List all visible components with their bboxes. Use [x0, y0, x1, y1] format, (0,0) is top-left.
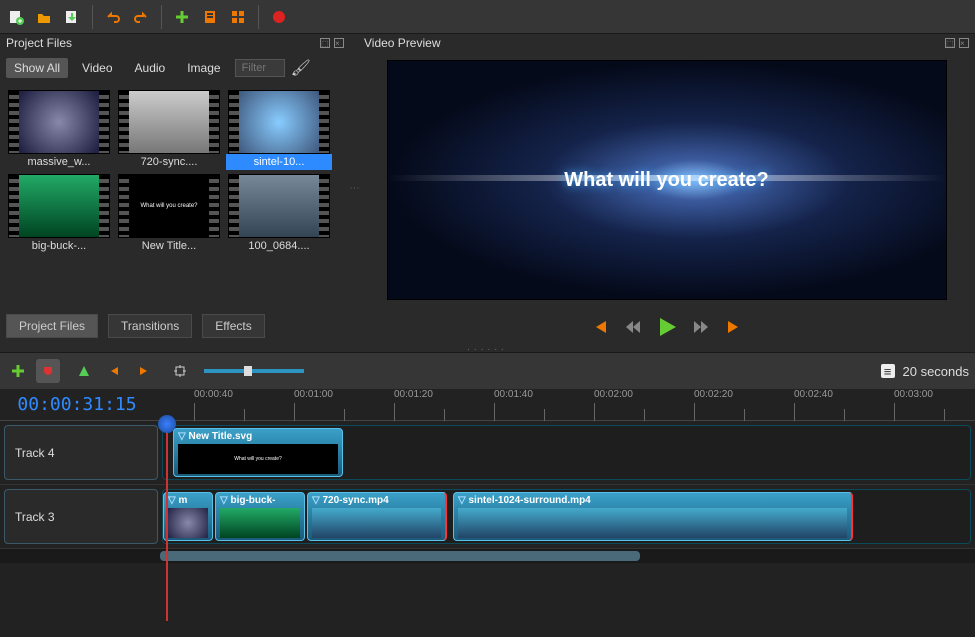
- video-preview-title: Video Preview: [364, 36, 441, 50]
- snap-button[interactable]: [36, 359, 60, 383]
- go-last-button[interactable]: [724, 318, 742, 339]
- save-project-button[interactable]: [60, 5, 84, 29]
- project-files-panel: Project Files ⬚ × Show All Video Audio I…: [0, 34, 350, 342]
- filter-video[interactable]: Video: [74, 58, 120, 78]
- open-project-button[interactable]: [32, 5, 56, 29]
- ruler-tick: 00:01:40: [494, 389, 533, 400]
- preview-text: What will you create?: [564, 169, 768, 192]
- thumbnail-item[interactable]: massive_w...: [6, 90, 112, 170]
- timeline-toolbar: ≡ 20 seconds: [0, 352, 975, 389]
- thumbnail-item[interactable]: What will you create? New Title...: [116, 174, 222, 254]
- prev-marker-button[interactable]: [102, 359, 126, 383]
- thumbnail-label: 100_0684....: [226, 238, 332, 254]
- timecode-display: 00:00:31:15: [0, 389, 154, 420]
- thumbnail-label: big-buck-...: [6, 238, 112, 254]
- next-marker-button[interactable]: [132, 359, 156, 383]
- filter-input[interactable]: [235, 59, 285, 77]
- add-file-button[interactable]: [170, 5, 194, 29]
- ruler-tick: 00:02:00: [594, 389, 633, 400]
- timeline-clip[interactable]: ▽ New Title.svg What will you create?: [173, 428, 343, 477]
- track-row: Track 4 ▽ New Title.svg What will you cre…: [0, 421, 975, 485]
- export-button[interactable]: [267, 5, 291, 29]
- thumbnail-label: sintel-10...: [226, 154, 332, 170]
- track-lane[interactable]: ▽ New Title.svg What will you create?: [162, 425, 971, 480]
- thumbnail-item[interactable]: sintel-10...: [226, 90, 332, 170]
- panel-close-icon[interactable]: ×: [334, 38, 344, 48]
- thumbnail-label: New Title...: [116, 238, 222, 254]
- timeline: 00:00:31:15 00:00:4000:01:0000:01:2000:0…: [0, 389, 975, 637]
- undo-button[interactable]: [101, 5, 125, 29]
- main-toolbar: [0, 0, 975, 34]
- clip-label: 720-sync.mp4: [322, 495, 388, 506]
- video-preview-panel: Video Preview ⬚ × What will you create?: [358, 34, 975, 342]
- timeline-clip[interactable]: ▽ 720-sync.mp4: [307, 492, 447, 541]
- clip-label: big-buck-: [230, 495, 275, 506]
- panel-undock-icon[interactable]: ⬚: [320, 38, 330, 48]
- project-files-title: Project Files: [6, 36, 72, 50]
- ruler-tick: 00:01:20: [394, 389, 433, 400]
- clip-label: sintel-1024-surround.mp4: [468, 495, 590, 506]
- play-button[interactable]: [656, 316, 678, 341]
- ruler[interactable]: 00:00:40 00:01:00 00:01:20 00:01:40 00:02:00…: [154, 389, 975, 420]
- track-row: Track 3▽ m ▽ big-buck- ▽ 720-sync.mp4 ▽ …: [0, 485, 975, 549]
- filter-show-all[interactable]: Show All: [6, 58, 68, 78]
- clear-filter-icon[interactable]: 🖌: [291, 58, 311, 78]
- filter-audio[interactable]: Audio: [127, 58, 174, 78]
- thumbnail-label: massive_w...: [6, 154, 112, 170]
- ruler-tick: 00:01:00: [294, 389, 333, 400]
- redo-button[interactable]: [129, 5, 153, 29]
- add-track-button[interactable]: [6, 359, 30, 383]
- clip-label: m: [178, 495, 187, 506]
- track-header[interactable]: Track 3: [4, 489, 158, 544]
- timeline-clip[interactable]: ▽ sintel-1024-surround.mp4: [453, 492, 853, 541]
- ruler-tick: 00:02:20: [694, 389, 733, 400]
- tab-transitions[interactable]: Transitions: [108, 314, 192, 338]
- new-project-button[interactable]: [4, 5, 28, 29]
- preview-viewport[interactable]: What will you create?: [387, 60, 947, 300]
- thumbnails-grid: massive_w... 720-sync.... sintel-10... b…: [0, 84, 350, 260]
- zoom-slider[interactable]: [204, 369, 304, 373]
- thumbnail-label: 720-sync....: [116, 154, 222, 170]
- vertical-splitter[interactable]: ......: [0, 342, 975, 352]
- panel-close-icon[interactable]: ×: [959, 38, 969, 48]
- ruler-tick: 00:00:40: [194, 389, 233, 400]
- center-playhead-button[interactable]: [168, 359, 192, 383]
- panel-undock-icon[interactable]: ⬚: [945, 38, 955, 48]
- filter-image[interactable]: Image: [179, 58, 228, 78]
- timeline-clip[interactable]: ▽ m: [163, 492, 213, 541]
- choose-profile-button[interactable]: [198, 5, 222, 29]
- tab-project-files[interactable]: Project Files: [6, 314, 98, 338]
- thumbnail-item[interactable]: 720-sync....: [116, 90, 222, 170]
- clip-label: New Title.svg: [188, 431, 252, 442]
- timeline-horizontal-scrollbar[interactable]: [0, 549, 975, 563]
- forward-button[interactable]: [692, 318, 710, 339]
- thumbnail-item[interactable]: big-buck-...: [6, 174, 112, 254]
- ruler-tick: 00:02:40: [794, 389, 833, 400]
- thumbnail-item[interactable]: 100_0684....: [226, 174, 332, 254]
- track-lane[interactable]: ▽ m ▽ big-buck- ▽ 720-sync.mp4 ▽ sintel-…: [162, 489, 971, 544]
- marker-button[interactable]: [72, 359, 96, 383]
- tab-effects[interactable]: Effects: [202, 314, 264, 338]
- zoom-level-label: 20 seconds: [903, 364, 970, 379]
- zoom-menu-icon[interactable]: ≡: [881, 364, 895, 378]
- rewind-button[interactable]: [624, 318, 642, 339]
- playhead[interactable]: [166, 421, 168, 621]
- fullscreen-button[interactable]: [226, 5, 250, 29]
- timeline-clip[interactable]: ▽ big-buck-: [215, 492, 305, 541]
- panel-splitter[interactable]: ⋮: [350, 34, 358, 342]
- go-first-button[interactable]: [592, 318, 610, 339]
- track-header[interactable]: Track 4: [4, 425, 158, 480]
- ruler-tick: 00:03:00: [894, 389, 933, 400]
